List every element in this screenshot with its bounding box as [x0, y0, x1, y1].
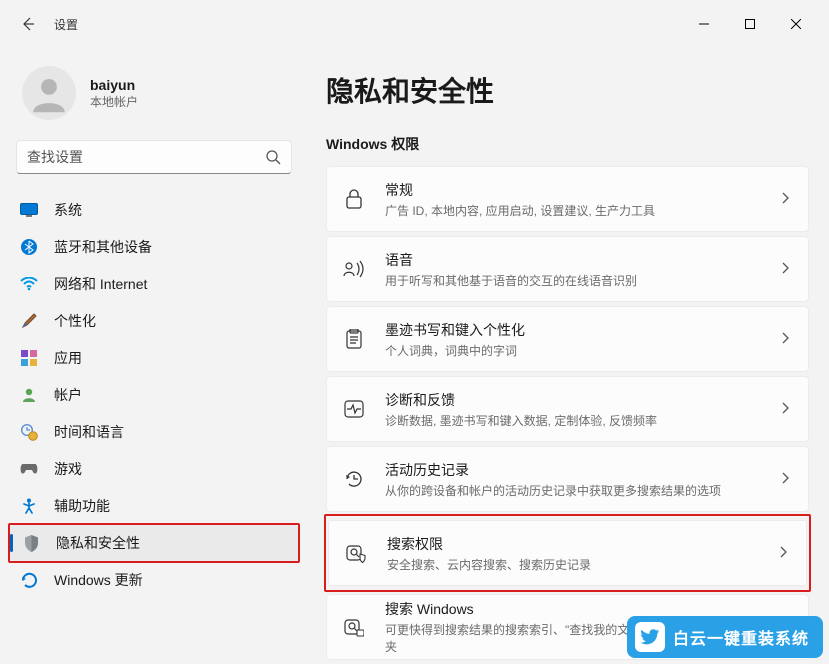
avatar-icon	[28, 72, 70, 114]
item-desc: 个人词典，词典中的字词	[385, 342, 764, 359]
nav-label: 网络和 Internet	[54, 274, 147, 294]
heartbeat-icon	[341, 400, 367, 418]
clock-globe-icon	[20, 424, 38, 441]
lock-icon	[341, 189, 367, 209]
item-general[interactable]: 常规 广告 ID, 本地内容, 应用启动, 设置建议, 生产力工具	[326, 166, 809, 232]
search-shield-icon	[343, 543, 369, 563]
search-folder-icon	[341, 617, 367, 637]
shield-icon	[22, 535, 40, 552]
chevron-right-icon	[782, 261, 790, 277]
close-button[interactable]	[773, 8, 819, 40]
close-icon	[791, 19, 801, 29]
item-activity-history[interactable]: 活动历史记录 从你的跨设备和帐户的活动历史记录中获取更多搜索结果的选项	[326, 446, 809, 512]
search-icon	[265, 149, 281, 165]
search-input[interactable]	[27, 149, 265, 165]
nav-system[interactable]: 系统	[8, 192, 300, 228]
nav-bluetooth[interactable]: 蓝牙和其他设备	[8, 229, 300, 265]
nav-label: Windows 更新	[54, 570, 143, 590]
brush-icon	[20, 313, 38, 329]
item-title: 常规	[385, 180, 764, 200]
section-header: Windows 权限	[326, 134, 809, 154]
item-desc: 用于听写和其他基于语音的交互的在线语音识别	[385, 272, 764, 289]
display-icon	[20, 203, 38, 217]
item-title: 墨迹书写和键入个性化	[385, 320, 764, 340]
nav-label: 游戏	[54, 459, 82, 479]
user-block[interactable]: baiyun 本地帐户	[0, 52, 308, 138]
titlebar: 设置	[0, 0, 829, 48]
apps-icon	[20, 350, 38, 366]
avatar	[22, 66, 76, 120]
item-desc: 广告 ID, 本地内容, 应用启动, 设置建议, 生产力工具	[385, 202, 764, 219]
item-desc: 安全搜索、云内容搜索、搜索历史记录	[387, 556, 762, 573]
content: 隐私和安全性 Windows 权限 常规 广告 ID, 本地内容, 应用启动, …	[308, 48, 829, 664]
accessibility-icon	[20, 498, 38, 514]
wifi-icon	[20, 277, 38, 291]
settings-list: 常规 广告 ID, 本地内容, 应用启动, 设置建议, 生产力工具 语音 用于听…	[326, 166, 809, 660]
nav-label: 个性化	[54, 311, 96, 331]
back-arrow-icon	[20, 16, 36, 32]
clipboard-icon	[341, 329, 367, 349]
item-desc: 从你的跨设备和帐户的活动历史记录中获取更多搜索结果的选项	[385, 482, 764, 499]
minimize-icon	[699, 19, 709, 29]
nav-accessibility[interactable]: 辅助功能	[8, 488, 300, 524]
highlight-annotation-sidebar: 隐私和安全性	[8, 523, 300, 563]
chevron-right-icon	[782, 331, 790, 347]
item-title: 搜索 Windows	[385, 599, 764, 619]
page-title: 隐私和安全性	[326, 70, 809, 110]
item-title: 活动历史记录	[385, 460, 764, 480]
maximize-button[interactable]	[727, 8, 773, 40]
nav-personalization[interactable]: 个性化	[8, 303, 300, 339]
nav-label: 时间和语言	[54, 422, 124, 442]
nav-time-language[interactable]: 时间和语言	[8, 414, 300, 450]
nav-network[interactable]: 网络和 Internet	[8, 266, 300, 302]
highlight-annotation-content: 搜索权限 安全搜索、云内容搜索、搜索历史记录	[324, 514, 811, 592]
item-diagnostics[interactable]: 诊断和反馈 诊断数据, 墨迹书写和键入数据, 定制体验, 反馈频率	[326, 376, 809, 442]
minimize-button[interactable]	[681, 8, 727, 40]
chevron-right-icon	[782, 401, 790, 417]
item-desc: 可更快得到搜索结果的搜索索引、"查找我的文件"、搜索中排除的文件夹	[385, 621, 764, 655]
nav-label: 帐户	[54, 385, 82, 405]
back-button[interactable]	[10, 6, 46, 42]
user-name: baiyun	[90, 77, 138, 93]
nav-gaming[interactable]: 游戏	[8, 451, 300, 487]
nav-windows-update[interactable]: Windows 更新	[8, 562, 300, 598]
maximize-icon	[745, 19, 755, 29]
update-icon	[20, 572, 38, 589]
item-title: 搜索权限	[387, 534, 762, 554]
nav-accounts[interactable]: 帐户	[8, 377, 300, 413]
nav-label: 隐私和安全性	[56, 533, 140, 553]
nav-apps[interactable]: 应用	[8, 340, 300, 376]
window-title: 设置	[54, 16, 78, 33]
window-controls	[681, 8, 819, 40]
bluetooth-icon	[20, 239, 38, 255]
nav: 系统 蓝牙和其他设备 网络和 Internet 个性化 应用 帐户	[0, 192, 308, 598]
user-account-type: 本地帐户	[90, 93, 138, 110]
chevron-right-icon	[782, 191, 790, 207]
chevron-right-icon	[782, 619, 790, 635]
item-speech[interactable]: 语音 用于听写和其他基于语音的交互的在线语音识别	[326, 236, 809, 302]
gamepad-icon	[20, 463, 38, 475]
nav-label: 应用	[54, 348, 82, 368]
item-searching-windows[interactable]: 搜索 Windows 可更快得到搜索结果的搜索索引、"查找我的文件"、搜索中排除…	[326, 594, 809, 660]
chevron-right-icon	[782, 471, 790, 487]
nav-label: 蓝牙和其他设备	[54, 237, 152, 257]
search-box[interactable]	[16, 140, 292, 174]
chevron-right-icon	[780, 545, 788, 561]
sidebar: baiyun 本地帐户 系统 蓝牙和其他设备 网络和 Internet	[0, 48, 308, 664]
history-icon	[341, 469, 367, 489]
nav-label: 系统	[54, 200, 82, 220]
item-desc: 诊断数据, 墨迹书写和键入数据, 定制体验, 反馈频率	[385, 412, 764, 429]
person-icon	[20, 387, 38, 403]
nav-privacy[interactable]: 隐私和安全性	[10, 525, 298, 561]
item-title: 语音	[385, 250, 764, 270]
item-title: 诊断和反馈	[385, 390, 764, 410]
item-inking[interactable]: 墨迹书写和键入个性化 个人词典，词典中的字词	[326, 306, 809, 372]
speech-icon	[341, 260, 367, 278]
nav-label: 辅助功能	[54, 496, 110, 516]
item-search-permissions[interactable]: 搜索权限 安全搜索、云内容搜索、搜索历史记录	[328, 520, 807, 586]
